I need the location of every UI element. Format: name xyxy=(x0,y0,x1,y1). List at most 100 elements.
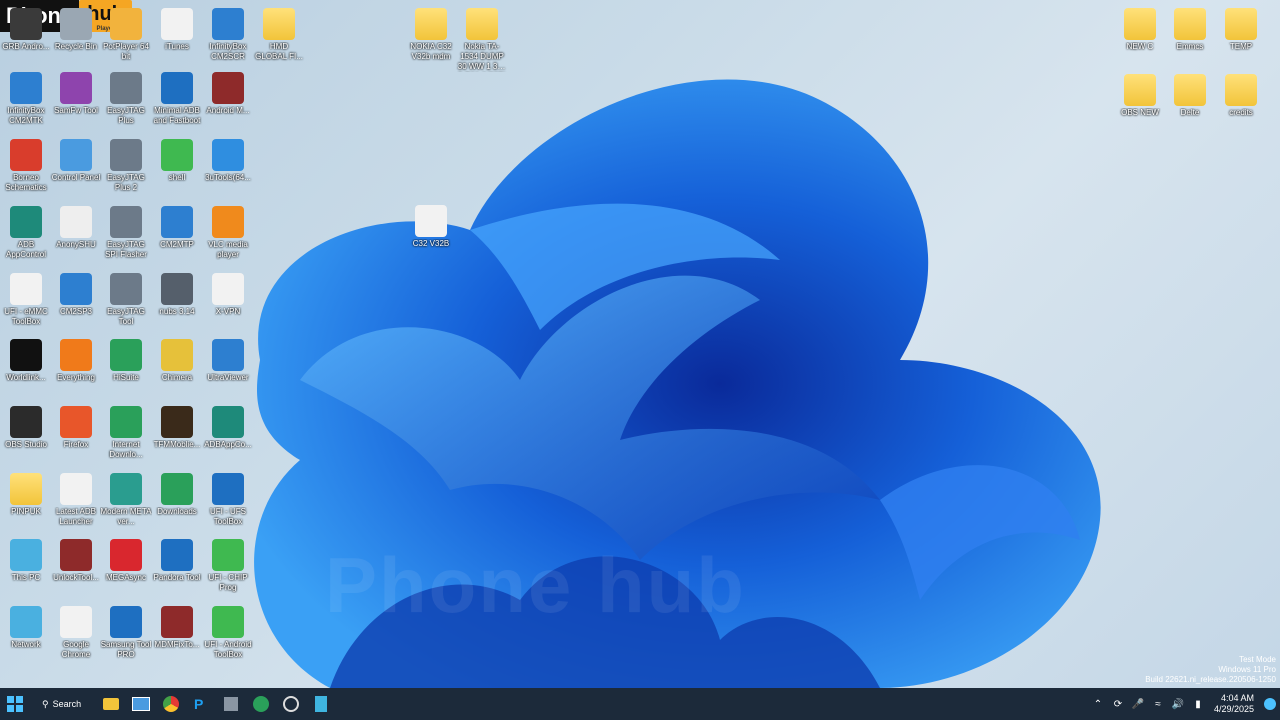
taskbar-clock[interactable]: 4:04 AM 4/29/2025 xyxy=(1214,693,1254,715)
desktop-icon[interactable]: ADB AppControl xyxy=(0,206,52,260)
desktop-icon-label: GRB Andro... xyxy=(2,42,50,51)
desktop-icon[interactable]: PotPlayer 64 bit xyxy=(100,8,152,62)
desktop-icon[interactable]: Downloads xyxy=(151,473,203,517)
desktop-icon[interactable]: X-VPN xyxy=(202,273,254,317)
desktop-icon[interactable]: HMD GLOBAL FI... xyxy=(253,8,305,62)
search-icon: ⚲ xyxy=(42,698,49,709)
desktop-icon-label: Pandora Tool xyxy=(153,573,201,582)
desktop-icon[interactable]: UFI - CHIP Prog xyxy=(202,539,254,593)
winrar-icon xyxy=(161,606,193,638)
desktop-icon[interactable]: OBS Studio xyxy=(0,406,52,450)
tool-taskbar-button[interactable] xyxy=(279,692,303,716)
desktop-icon[interactable]: UltraViewer xyxy=(202,339,254,383)
notepad-icon xyxy=(315,696,327,712)
desktop-icon-label: Samsung Tool PRO xyxy=(100,640,152,659)
desktop-icon[interactable]: VLC media player xyxy=(202,206,254,260)
desktop-icon[interactable]: NEW C xyxy=(1114,8,1166,52)
desktop-icon[interactable]: TEMP xyxy=(1215,8,1267,52)
desktop-icon-label: Network xyxy=(11,640,41,649)
chevron-up-icon[interactable]: ⌃ xyxy=(1089,695,1107,713)
easyjtag-icon xyxy=(110,206,142,238)
desktop-icon[interactable]: iTunes xyxy=(151,8,203,52)
desktop-icon[interactable]: Chimera xyxy=(151,339,203,383)
desktop-icon-label: UFI - UFS ToolBox xyxy=(210,507,246,526)
desktop-icon[interactable]: MEGAsync xyxy=(100,539,152,583)
desktop-icon[interactable]: Samsung Tool PRO xyxy=(100,606,152,660)
desktop-icon[interactable]: InfinityBox CM2SCR xyxy=(202,8,254,62)
easyjtag-taskbar-button[interactable] xyxy=(219,692,243,716)
desktop-icon[interactable]: UnlockTool... xyxy=(50,539,102,583)
desktop-icon[interactable]: InfinityBox CM2MTK xyxy=(0,72,52,126)
desktop-icon[interactable]: EasyJTAG SPI Flasher xyxy=(100,206,152,260)
desktop-icon[interactable]: SamFw Tool xyxy=(50,72,102,116)
desktop-icon[interactable]: OBS NEW xyxy=(1114,74,1166,118)
pandora-taskbar-button[interactable]: P xyxy=(189,692,213,716)
desktop-icon[interactable]: shell xyxy=(151,139,203,183)
desktop-icon[interactable]: Internet Downlo... xyxy=(100,406,152,460)
desktop-icon[interactable]: Modern META ver... xyxy=(100,473,152,527)
desktop-icon[interactable]: 3uTools(64... xyxy=(202,139,254,183)
desktop-icon[interactable]: Network xyxy=(0,606,52,650)
file-explorer-taskbar-button[interactable] xyxy=(99,692,123,716)
desktop-icon[interactable]: GRB Andro... xyxy=(0,8,52,52)
desktop-icon[interactable]: Worldlink... xyxy=(0,339,52,383)
desktop-icon[interactable]: UFI - Android ToolBox xyxy=(202,606,254,660)
desktop-icon[interactable]: Nokia TA-1534 DUMP 30 WW 1 320 S P01 (V3… xyxy=(456,8,508,72)
desktop-icon[interactable]: Firefox xyxy=(50,406,102,450)
chrome-taskbar-button[interactable] xyxy=(159,692,183,716)
desktop-icon[interactable]: credits xyxy=(1215,74,1267,118)
desktop-icon-label: AnonySHU xyxy=(56,240,96,249)
desktop-icon[interactable]: CM2MTP xyxy=(151,206,203,250)
desktop-icon[interactable]: UFI - eMMC ToolBox xyxy=(0,273,52,327)
desktop-icon[interactable]: EasyJTAG Plus xyxy=(100,72,152,126)
desktop-icon[interactable]: Pandora Tool xyxy=(151,539,203,583)
desktop-icon[interactable]: Control Panel xyxy=(50,139,102,183)
desktop-icon-label: Worldlink... xyxy=(6,373,46,382)
desktop-icon[interactable]: TFMMoblie... xyxy=(151,406,203,450)
notepad-taskbar-button[interactable] xyxy=(309,692,333,716)
desktop-icon[interactable]: Borneo Schematics xyxy=(0,139,52,193)
desktop-icon[interactable]: C32 V32B xyxy=(405,205,457,249)
desktop-icon-label: Control Panel xyxy=(51,173,101,182)
desktop-icon[interactable]: Emmcs xyxy=(1164,8,1216,52)
desktop-icon[interactable]: EasyJTAG Tool xyxy=(100,273,152,327)
volume-icon[interactable]: 🔊 xyxy=(1169,695,1187,713)
desktop-icon-label: Firefox xyxy=(63,440,89,449)
desktop-icon-label: EasyJTAG Plus 2 xyxy=(107,173,145,192)
desktop-icon[interactable]: HiSuite xyxy=(100,339,152,383)
desktop-icon-label: Nokia TA-1534 DUMP 30 WW 1 320 S P01 (V3… xyxy=(457,42,507,71)
desktop-icon[interactable]: Minimal ADB and Fastboot xyxy=(151,72,203,126)
infinitybox-icon xyxy=(212,8,244,40)
sync-icon[interactable]: ⟳ xyxy=(1109,695,1127,713)
samfw-icon xyxy=(60,72,92,104)
desktop-icon[interactable]: AnonySHU xyxy=(50,206,102,250)
desktop-icon[interactable]: MDMFixTo... xyxy=(151,606,203,650)
desktop-icon[interactable]: Android M... xyxy=(202,72,254,116)
control-panel-taskbar-button[interactable] xyxy=(129,692,153,716)
desktop-icon[interactable]: Google Chrome xyxy=(50,606,102,660)
desktop-icon[interactable]: This PC xyxy=(0,539,52,583)
desktop-icon[interactable]: Everything xyxy=(50,339,102,383)
start-button[interactable] xyxy=(3,692,27,716)
battery-icon[interactable]: ▮ xyxy=(1189,695,1207,713)
desktop-icon[interactable]: ADBAppCo... xyxy=(202,406,254,450)
desktop-icon[interactable]: Latest ADB Launcher xyxy=(50,473,102,527)
desktop-icon[interactable]: EasyJTAG Plus 2 xyxy=(100,139,152,193)
desktop-icon[interactable]: NOKIA C32 V32b mdm xyxy=(405,8,457,62)
microphone-icon[interactable]: 🎤 xyxy=(1129,695,1147,713)
desktop-icon[interactable]: nubs 3.14 xyxy=(151,273,203,317)
notification-icon[interactable] xyxy=(1261,695,1279,713)
taskbar-search[interactable]: ⚲ Search xyxy=(34,692,96,716)
desktop-icon-label: OBS NEW xyxy=(1121,108,1159,117)
desktop-icon[interactable]: Delte xyxy=(1164,74,1216,118)
desktop-icon[interactable]: UFI - UFS ToolBox xyxy=(202,473,254,527)
desktop-icon[interactable]: CM2SP3 xyxy=(50,273,102,317)
borneo-icon xyxy=(10,139,42,171)
hisuite-taskbar-button[interactable] xyxy=(249,692,273,716)
desktop-icon[interactable]: PINPUK xyxy=(0,473,52,517)
wifi-icon[interactable]: ≈ xyxy=(1149,695,1167,713)
infinitybox-icon xyxy=(60,273,92,305)
desktop-icon-label: NOKIA C32 V32b mdm xyxy=(410,42,452,61)
desktop-icon-label: MEGAsync xyxy=(105,573,146,582)
desktop-icon[interactable]: Recycle Bin xyxy=(50,8,102,52)
